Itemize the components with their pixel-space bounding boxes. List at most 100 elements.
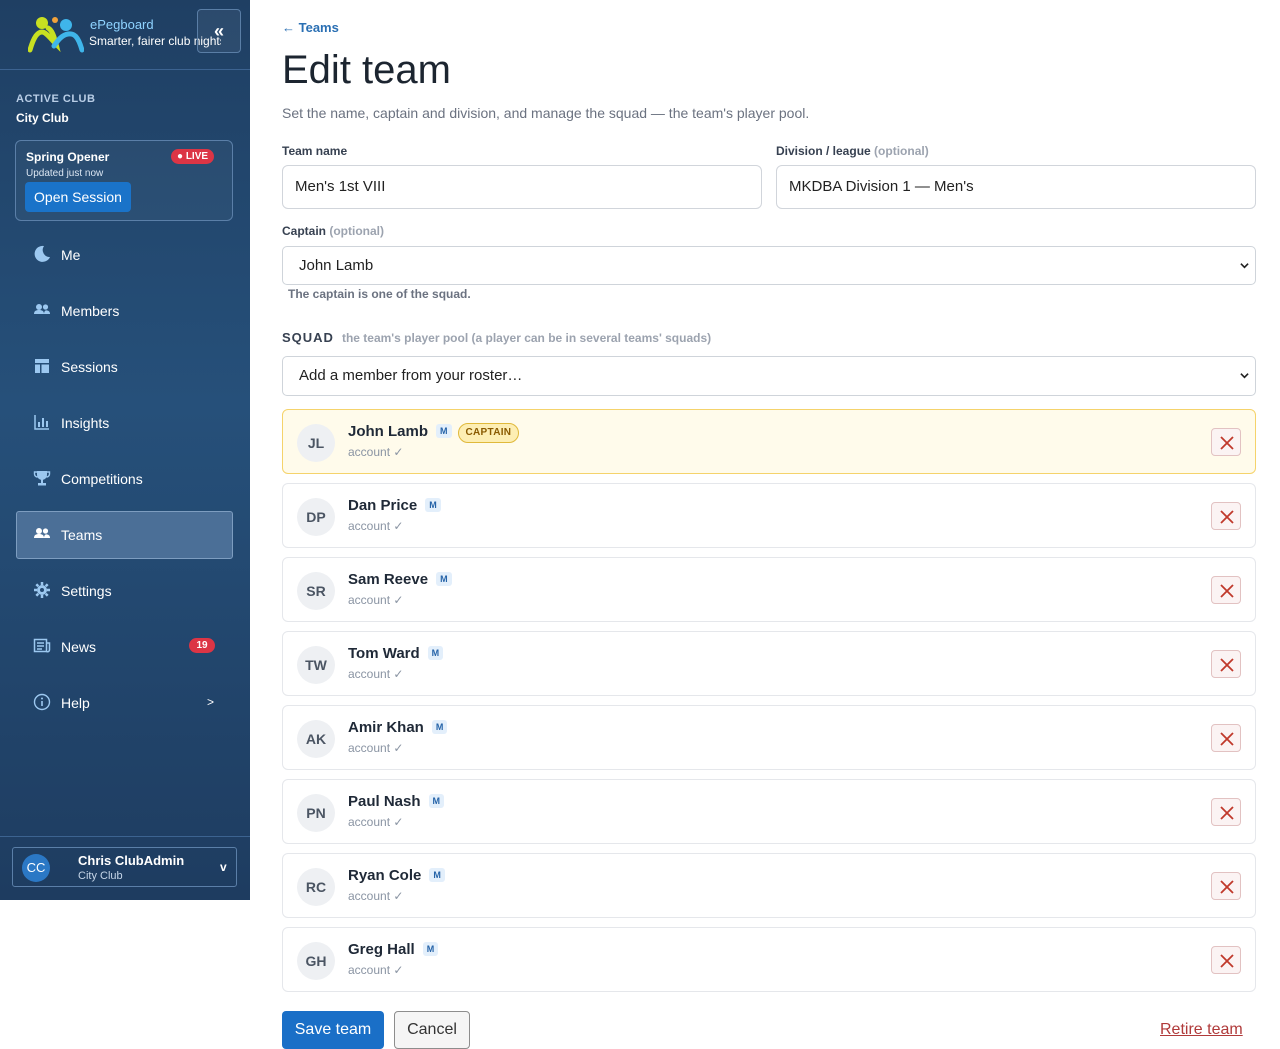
remove-member-button[interactable] xyxy=(1211,724,1241,752)
member-status: account ✓ xyxy=(348,815,404,829)
chart-icon xyxy=(34,415,49,430)
sidebar-item-label: Me xyxy=(61,247,81,263)
back-to-teams-link[interactable]: ← Teams xyxy=(282,20,339,35)
member-status: account ✓ xyxy=(348,519,404,533)
squad-member-row: PN Paul Nash M account ✓ xyxy=(282,779,1256,844)
user-area: CC Chris ClubAdmin City Club v xyxy=(0,836,250,900)
member-avatar: PN xyxy=(297,794,335,832)
member-tag: M xyxy=(422,942,439,956)
sidebar-item-settings[interactable]: Settings xyxy=(16,567,233,615)
user-menu[interactable]: CC Chris ClubAdmin City Club v xyxy=(12,847,237,887)
trophy-icon xyxy=(33,471,51,486)
captain-hint: The captain is one of the squad. xyxy=(288,287,471,301)
squad-member-row: GH Greg Hall M account ✓ xyxy=(282,927,1256,992)
sidebar-item-me[interactable]: Me xyxy=(16,231,233,279)
chevron-down-icon xyxy=(1240,263,1249,269)
captain-badge: CAPTAIN xyxy=(457,423,520,443)
sidebar-item-label: Members xyxy=(61,303,120,319)
member-status: account ✓ xyxy=(348,445,404,459)
close-icon xyxy=(1220,880,1234,894)
page-title: Edit team xyxy=(282,48,451,92)
sidebar-item-label: Teams xyxy=(61,527,103,543)
sessions-icon xyxy=(35,359,49,373)
collapse-sidebar-button[interactable]: « xyxy=(197,9,241,53)
remove-member-button[interactable] xyxy=(1211,428,1241,456)
member-name-line: Greg Hall M xyxy=(348,941,439,958)
member-name-line: Paul Nash M xyxy=(348,793,445,810)
member-name-line: Ryan Cole M xyxy=(348,867,445,884)
chevron-right-icon: > xyxy=(207,695,215,709)
close-icon xyxy=(1220,954,1234,968)
member-avatar: GH xyxy=(297,942,335,980)
member-status: account ✓ xyxy=(348,963,404,977)
captain-select[interactable]: John Lamb xyxy=(282,246,1256,285)
add-member-placeholder: Add a member from your roster… xyxy=(299,367,523,384)
member-status: account ✓ xyxy=(348,741,404,755)
member-name-line: Amir Khan M xyxy=(348,719,448,736)
member-status: account ✓ xyxy=(348,889,404,903)
sidebar-item-label: Sessions xyxy=(61,359,118,375)
team-name-label: Team name xyxy=(282,144,348,158)
brand-name: ePegboard xyxy=(90,17,154,32)
close-icon xyxy=(1220,584,1234,598)
sidebar-item-help[interactable]: Help > xyxy=(16,679,233,727)
active-club-name: City Club xyxy=(16,111,69,125)
session-card: Spring Opener ● LIVE Updated just now Op… xyxy=(15,140,233,221)
close-icon xyxy=(1220,510,1234,524)
sidebar-item-insights[interactable]: Insights xyxy=(16,399,233,447)
squad-member-row: JL John Lamb M CAPTAIN account ✓ xyxy=(282,409,1256,474)
remove-member-button[interactable] xyxy=(1211,650,1241,678)
member-avatar: RC xyxy=(297,868,335,906)
live-badge: ● LIVE xyxy=(171,149,215,164)
squad-member-row: AK Amir Khan M account ✓ xyxy=(282,705,1256,770)
squad-heading: SQUAD the team's player pool (a player ca… xyxy=(282,330,712,345)
team-name-input[interactable]: Men's 1st VIII xyxy=(282,165,762,209)
epegboard-logo xyxy=(28,17,84,53)
brand-header: ePegboard Smarter, fairer club nights « xyxy=(0,0,250,70)
member-name-line: Tom Ward M xyxy=(348,645,444,662)
member-name-line: Dan Price M xyxy=(348,497,441,514)
news-icon xyxy=(33,638,51,653)
page-subtitle: Set the name, captain and division, and … xyxy=(282,105,810,121)
chevron-down-icon: v xyxy=(220,860,227,874)
remove-member-button[interactable] xyxy=(1211,946,1241,974)
close-icon xyxy=(1220,658,1234,672)
sidebar-item-label: Settings xyxy=(61,583,112,599)
sidebar-item-teams[interactable]: Teams xyxy=(16,511,233,559)
close-icon xyxy=(1220,806,1234,820)
save-team-button[interactable]: Save team xyxy=(282,1011,384,1049)
member-avatar: AK xyxy=(297,720,335,758)
avatar: CC xyxy=(22,854,50,882)
captain-label: Captain (optional) xyxy=(282,224,385,238)
member-tag: M xyxy=(431,720,448,734)
open-session-button[interactable]: Open Session xyxy=(25,182,131,212)
add-member-select[interactable]: Add a member from your roster… xyxy=(282,356,1256,396)
member-avatar: SR xyxy=(297,572,335,610)
cancel-button[interactable]: Cancel xyxy=(394,1011,470,1049)
user-name: Chris ClubAdmin xyxy=(78,853,185,868)
sidebar-item-label: Competitions xyxy=(61,471,143,487)
user-club: City Club xyxy=(78,870,123,882)
sidebar-item-members[interactable]: Members xyxy=(16,287,233,335)
sidebar-item-news[interactable]: News 19 xyxy=(16,623,233,671)
sidebar-item-competitions[interactable]: Competitions xyxy=(16,455,233,503)
remove-member-button[interactable] xyxy=(1211,502,1241,530)
sidebar-item-sessions[interactable]: Sessions xyxy=(16,343,233,391)
remove-member-button[interactable] xyxy=(1211,872,1241,900)
member-tag: M xyxy=(436,572,452,586)
info-icon xyxy=(33,693,51,711)
member-tag: M xyxy=(427,646,444,660)
division-input[interactable]: MKDBA Division 1 — Men's xyxy=(776,165,1256,209)
retire-team-link[interactable]: Retire team xyxy=(1160,1021,1243,1039)
chevron-down-icon xyxy=(1240,373,1249,379)
remove-member-button[interactable] xyxy=(1211,576,1241,604)
sidebar-item-label: Insights xyxy=(61,415,110,431)
remove-member-button[interactable] xyxy=(1211,798,1241,826)
member-tag: M xyxy=(429,868,445,882)
member-tag: M xyxy=(436,424,452,438)
member-avatar: DP xyxy=(297,498,335,536)
member-name-line: John Lamb M CAPTAIN xyxy=(348,423,520,443)
sidebar-item-label: News xyxy=(61,639,97,655)
moon-icon xyxy=(34,245,50,262)
sidebar-item-label: Help xyxy=(61,695,90,711)
